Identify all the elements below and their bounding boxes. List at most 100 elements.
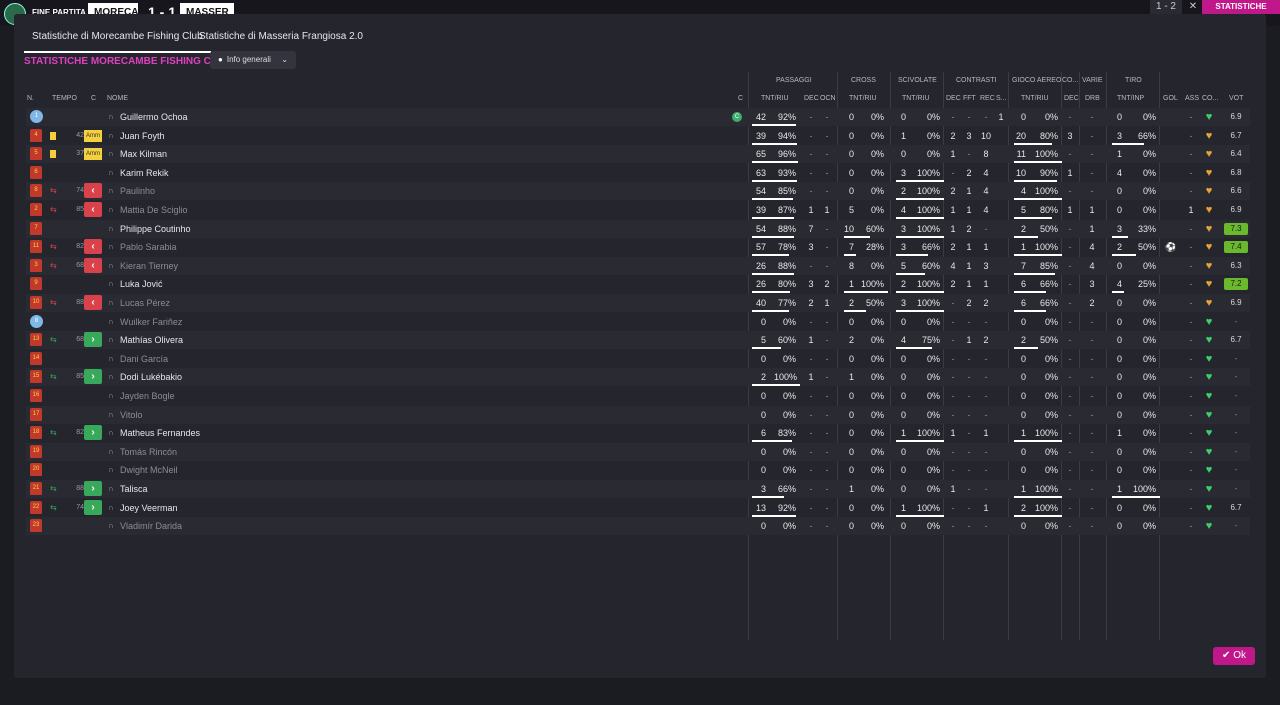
col-header-gol[interactable]: GOL [1163,95,1178,102]
col-header-n[interactable]: N. [27,95,34,102]
player-name[interactable]: Juan Foyth [120,127,165,145]
table-row[interactable]: 13 ⇆ 68 › ∩ Mathías Olivera 5 60% 1-2 0% 4 75% -1 2 2 5… [26,331,1250,350]
col-header-aereo-tnt[interactable]: TNT/RIU [1021,95,1049,102]
tackle-attempts: 0 [900,465,906,476]
table-row[interactable]: 17 ∩ Vitolo 0 0% - -0 0% 0 0% - - -0 0% - -0 0% - ♥ - [26,405,1250,424]
col-header-tempo[interactable]: TEMPO [52,95,77,102]
table-row[interactable]: 16 ∩ Jayden Bogle 0 0% - -0 0% 0 0% - - -0 0% - -0 0% - ♥ - [26,387,1250,405]
table-row[interactable]: 10 ⇆ 88 ‹ ∩ Lucas Pérez 40 77% 2 1 2 50% 3 100% -2 2 6 66… [26,294,1250,312]
player-name[interactable]: Lucas Pérez [120,294,170,312]
minute: 68 [76,336,84,344]
player-name[interactable]: Luka Jović [120,275,163,293]
shots-pct: 0% [1142,112,1156,122]
tackle-attempts: 0 [900,353,906,364]
player-name[interactable]: Dwight McNeil [120,461,178,479]
contest-s [994,294,1008,312]
col-header-pass-ocn[interactable]: OCN [820,95,836,102]
player-name[interactable]: Talisca [120,480,148,498]
view-dropdown[interactable]: ● Info generali ⌄ [210,51,296,69]
player-name[interactable]: Vitolo [120,406,142,424]
table-row[interactable]: 8 ∩ Wuilker Fariñez 0 0% - -0 0% 0 0% - - -0 0% - -0 0% -… [26,313,1250,331]
table-row[interactable]: 8 ⇆ 74 ‹ ∩ Paulinho 54 85% - -0 0% 2 100% 2 1 4 4 100% - -0… [26,182,1250,201]
col-header-co-dec[interactable]: DEC [1064,95,1079,102]
assists: - [1189,316,1193,327]
col-header-cross-tnt[interactable]: TNT/RIU [849,95,877,102]
rating: - [1234,484,1238,493]
col-header-tiro[interactable]: TNT/INP [1117,95,1144,102]
goals [1164,127,1178,145]
headset-icon: ∩ [108,298,114,307]
col-header-pass-tnt[interactable]: TNT/RIU [761,95,789,102]
pass-chances: - [825,409,829,420]
col-header-cont-s[interactable]: S... [996,95,1007,102]
table-row[interactable]: 22 ⇆ 74 › ∩ Joey Veerman 13 92% - -0 0% 1 100% - -1 2 10… [26,499,1250,517]
col-header-c[interactable]: C [91,95,96,102]
col-header-nome[interactable]: NOME [107,95,128,102]
assists: - [1189,149,1193,160]
contest-fft: - [967,428,971,439]
player-name[interactable]: Dodi Lukébakio [120,368,182,386]
col-header-co[interactable]: CO... [1202,95,1218,102]
table-row[interactable]: 23 ∩ Vladimír Darida 0 0% - -0 0% 0 0% - - -0 0% - -0 0%… [26,517,1250,536]
player-name[interactable]: Joey Veerman [120,499,178,517]
statistics-button[interactable]: STATISTICHE [1202,0,1280,14]
assists: - [1189,242,1193,253]
morale-icon: ♥ [1205,185,1213,198]
player-name[interactable]: Vladimír Darida [120,517,182,535]
col-header-vot[interactable]: VOT [1229,95,1243,102]
table-row[interactable]: 6 ∩ Karim Rekik 63 93% - -0 0% 3 100% -2 4 10 90% 1-4 0… [26,164,1250,182]
co-dec: - [1068,298,1072,308]
tab-home-stats[interactable]: Statistiche di Morecambe Fishing Club [24,31,211,53]
player-name[interactable]: Mattia De Sciglio [120,201,188,219]
table-row[interactable]: 21 ⇆ 88 › ∩ Talisca 3 66% - -1 0% 0 0% 1- -1 100% - -1 100… [26,480,1250,498]
player-name[interactable]: Kieran Tierney [120,257,178,275]
player-name[interactable]: Max Kilman [120,145,167,163]
rating: - [1234,372,1238,382]
tab-away-stats[interactable]: Statistiche di Masseria Frangiosa 2.0 [191,31,371,51]
table-row[interactable]: 20 ∩ Dwight McNeil 0 0% - -0 0% 0 0% - - -0 0% - -0 0% - ♥… [26,461,1250,479]
player-name[interactable]: Karim Rekik [120,164,169,182]
table-row[interactable]: 14 ∩ Dani García 0 0% - -0 0% 0 0% - - -0 0% - -0 0% - ♥ - [26,350,1250,368]
contest-s [994,387,1008,405]
table-row[interactable]: 9 ∩ Luka Jović 26 80% 3 2 1 100% 2 100% 2 1 1 6 66% -3 4 2… [26,275,1250,294]
table-row[interactable]: 3 ⇆ 68 ‹ ∩ Kieran Tierney 26 88% - -8 0% 5 60% 4 1 3 7 85… [26,256,1250,275]
ok-button[interactable]: ✔ Ok [1213,647,1255,665]
table-row[interactable]: 2 ⇆ 85 ‹ ∩ Mattia De Sciglio 39 87% 1 1 5 0% 4 100% 1 1… [26,201,1250,219]
contest-rec: 1 [983,428,989,439]
table-row[interactable]: 4 42 Amm ∩ Juan Foyth 39 94% - -0 0% 1 0% 2 3 10 20 80% 3… [26,127,1250,145]
col-header-ass[interactable]: ASS [1185,95,1199,102]
col-header-drb[interactable]: DRB [1085,95,1100,102]
col-header-cont-rec[interactable]: REC [980,95,995,102]
table-row[interactable]: 11 ⇆ 82 ‹ ∩ Pablo Sarabia 57 78% 3-7 28% 3 66% 2 1 1 1 1… [26,238,1250,257]
player-name[interactable]: Philippe Coutinho [120,220,191,238]
col-header-sciv-tnt[interactable]: TNT/RIU [902,95,930,102]
table-row[interactable]: 15 ⇆ 85 › ∩ Dodi Lukébakio 2 100% 1-1 0% 0 0% - - -0 0%… [26,368,1250,387]
col-header-pass-dec[interactable]: DEC [804,95,819,102]
player-name[interactable]: Dani García [120,350,168,368]
table-row[interactable]: 7 ∩ Philippe Coutinho 54 88% 7-10 60% 3 100% 1 2-2… [26,219,1250,238]
player-name[interactable]: Wuilker Fariñez [120,313,182,331]
player-name[interactable]: Jayden Bogle [120,387,175,405]
player-name[interactable]: Tomás Rincón [120,443,177,461]
pass-chances: - [825,130,829,141]
col-header-cont-fft[interactable]: FFT [963,95,976,102]
goals [1164,387,1178,405]
col-header-cont-dec[interactable]: DEC [946,95,961,102]
dribbles: - [1090,372,1094,383]
player-name[interactable]: Mathías Olivera [120,331,183,349]
table-row[interactable]: 5 37 Amm ∩ Max Kilman 65 96% - -0 0% 0 0% 1-8 11 100% -… [26,145,1250,164]
col-header-captain[interactable]: C [738,95,743,102]
table-row[interactable]: 1 ∩ Guillermo Ochoa C 42 92% - -0 0% 0 0% - - -1 0 0% - -… [26,108,1250,126]
player-name[interactable]: Guillermo Ochoa [120,108,188,126]
player-name[interactable]: Pablo Sarabia [120,238,177,256]
contest-fft: - [967,521,971,532]
close-icon[interactable]: ✕ [1184,0,1202,14]
contest-fft: 3 [966,130,972,141]
player-name[interactable]: Matheus Fernandes [120,424,200,442]
ok-button-label: Ok [1233,650,1246,661]
shots-attempts: 0 [1116,260,1122,271]
player-name[interactable]: Paulinho [120,182,155,200]
table-row[interactable]: 18 ⇆ 82 › ∩ Matheus Fernandes 6 83% - -0 0% 1 100% 1-… [26,424,1250,443]
shots-pct: 0% [1142,205,1156,215]
table-row[interactable]: 19 ∩ Tomás Rincón 0 0% - -0 0% 0 0% - - -0 0% - -0 0% - ♥ - [26,442,1250,461]
